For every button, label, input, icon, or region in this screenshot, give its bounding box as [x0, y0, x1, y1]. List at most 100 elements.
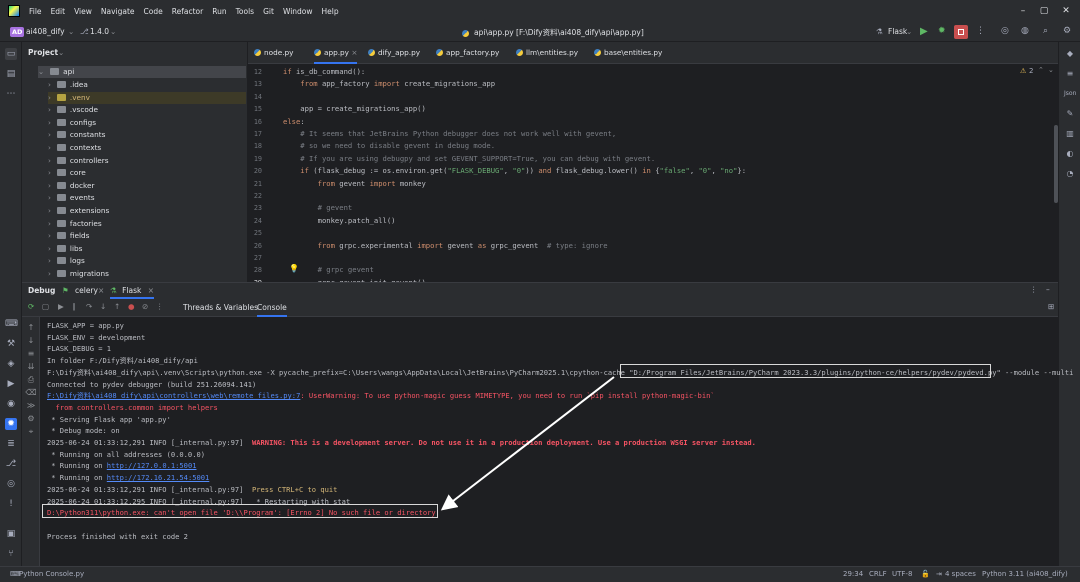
menu-run[interactable]: Run	[212, 7, 226, 16]
tree-item[interactable]: › extensions	[48, 205, 109, 217]
debug-icon[interactable]: ✹	[938, 26, 946, 36]
tree-item[interactable]: › factories	[48, 218, 102, 230]
code-token: is_db_command():	[295, 67, 366, 76]
python-interpreter[interactable]: Python 3.11 (ai408_dify)	[982, 570, 1068, 578]
tree-item[interactable]: › libs	[48, 243, 82, 255]
line-separator[interactable]: CRLF	[869, 570, 887, 578]
code-token: "0"	[698, 166, 712, 176]
minimize-icon[interactable]: –	[1017, 5, 1029, 17]
file-encoding[interactable]: UTF-8	[892, 570, 912, 578]
ai-assistant-icon[interactable]: ◎	[1001, 26, 1009, 36]
chevron-down-icon: ⌄	[38, 67, 45, 76]
tree-item[interactable]: › controllers	[48, 155, 109, 167]
branch-selector[interactable]: 1.4.0	[90, 27, 109, 36]
lightbulb-icon[interactable]: 💡	[289, 264, 299, 273]
editor-tab[interactable]: dify_app.py	[368, 42, 420, 64]
tree-item[interactable]: › core	[48, 167, 86, 179]
todo-icon[interactable]: ≣	[5, 438, 17, 450]
menu-navigate[interactable]: Navigate	[101, 7, 135, 16]
tree-item[interactable]: › docker	[48, 180, 95, 192]
chevron-up-icon[interactable]: ⌃	[1038, 66, 1044, 74]
run-config-selector[interactable]: Flask	[888, 27, 907, 36]
code-line: # gevent	[283, 203, 353, 212]
close-icon[interactable]: ×	[349, 48, 357, 57]
menu-help[interactable]: Help	[322, 7, 339, 16]
tree-item-api[interactable]: ⌄ api	[38, 66, 246, 78]
tree-item[interactable]: › .idea	[48, 79, 88, 91]
run-icon[interactable]: ▶	[920, 26, 928, 37]
terminal-icon[interactable]: ▣	[5, 528, 17, 540]
notifications-icon[interactable]: !	[5, 498, 17, 510]
menu-file[interactable]: File	[29, 7, 42, 16]
editor-tab[interactable]: app_factory.py	[436, 42, 499, 64]
menu-refactor[interactable]: Refactor	[172, 7, 203, 16]
git-icon[interactable]: ⎇	[5, 458, 17, 470]
structure-icon[interactable]: ▤	[5, 68, 17, 80]
chevron-right-icon: ›	[48, 143, 51, 152]
menu-git[interactable]: Git	[263, 7, 274, 16]
close-window-icon[interactable]: ✕	[1060, 5, 1072, 17]
services-icon[interactable]: ⚒	[5, 338, 17, 350]
folder-icon[interactable]: ▭	[5, 48, 17, 60]
menu-tools[interactable]: Tools	[236, 7, 254, 16]
chevron-down-icon[interactable]: ⌄	[1048, 66, 1054, 74]
editor-tab-label: dify_app.py	[378, 48, 421, 57]
more-icon[interactable]: ⋮	[976, 26, 985, 36]
editor-tab[interactable]: base\entities.py	[594, 42, 662, 64]
chevron-right-icon: ›	[48, 117, 51, 127]
tree-item[interactable]: › constants	[48, 129, 105, 141]
code-token: as	[477, 240, 491, 250]
caret-position[interactable]: 29:34	[843, 570, 863, 578]
sciview-icon[interactable]: ▥	[1064, 128, 1076, 140]
database-icon[interactable]: ≡	[1064, 68, 1076, 80]
python-packages-icon[interactable]: ◈	[5, 358, 17, 370]
menu-edit[interactable]: Edit	[51, 7, 66, 16]
editor-tab[interactable]: llm\entities.py	[516, 42, 578, 64]
editor-tab[interactable]: app.py ×	[314, 42, 358, 64]
notifications-bell-icon[interactable]: ◐	[1064, 148, 1076, 160]
json-icon[interactable]: Json	[1064, 88, 1076, 100]
code-token: "FLASK_DEBUG"	[447, 166, 504, 176]
problems-icon[interactable]: ◉	[5, 398, 17, 410]
debug-panel: Debug ⚑ celery × ⚗ Flask × ⋮ – ⟳ ▢ ▶ ∥ ↷…	[22, 282, 1073, 567]
menu-view[interactable]: View	[74, 7, 92, 16]
menu-window[interactable]: Window	[283, 7, 313, 16]
python-file-icon	[516, 49, 523, 56]
endpoints-icon[interactable]: ◎	[5, 478, 17, 490]
python-file-icon	[436, 49, 443, 56]
more-tools-icon[interactable]: ⋯	[5, 88, 17, 100]
tree-item[interactable]: › migrations	[48, 268, 109, 280]
debug-tool-icon[interactable]: ✹	[5, 418, 17, 430]
stop-button[interactable]	[954, 25, 968, 39]
tree-item[interactable]: › events	[48, 192, 95, 204]
chevron-down-icon: ⌄	[906, 27, 913, 36]
tree-item[interactable]: › .venv	[48, 91, 246, 104]
vcs-icon[interactable]: ⑂	[5, 548, 17, 560]
ai-chat-icon[interactable]: ◆	[1064, 48, 1076, 60]
status-left-text[interactable]: Python Console.py	[19, 570, 84, 578]
editor-scrollbar[interactable]	[1054, 125, 1058, 203]
tree-item[interactable]: › contexts	[48, 142, 101, 154]
tree-item[interactable]: › fields	[48, 230, 89, 242]
maximize-icon[interactable]: ▢	[1038, 5, 1050, 17]
plugin-icon[interactable]: ✎	[1064, 108, 1076, 120]
project-selector[interactable]: ai408_dify	[26, 27, 65, 36]
run-tool-icon[interactable]: ▶	[5, 378, 17, 390]
settings-icon[interactable]: ⚙	[1063, 26, 1071, 36]
warning-icon[interactable]: ⚠	[1020, 67, 1026, 75]
lock-icon[interactable]: 🔓	[921, 570, 930, 578]
copilot-icon[interactable]: ◔	[1064, 168, 1076, 180]
editor-tab[interactable]: node.py	[254, 42, 293, 64]
indent-setting[interactable]: 4 spaces	[945, 570, 976, 578]
tree-item[interactable]: › logs	[48, 255, 85, 267]
menu-code[interactable]: Code	[144, 7, 163, 16]
search-icon[interactable]: ⌕	[1043, 26, 1048, 36]
tree-item[interactable]: › .vscode	[48, 104, 98, 116]
file-title: api\app.py [F:\Dify资料\ai408_dify\api\app…	[474, 28, 644, 37]
chevron-right-icon: ›	[48, 105, 51, 115]
flask-icon: ⚗	[876, 27, 883, 36]
tree-item[interactable]: › configs	[48, 117, 96, 129]
profile-icon[interactable]: ◍	[1021, 26, 1029, 36]
python-console-icon[interactable]: ⌨	[5, 318, 18, 330]
code-token: from	[283, 79, 322, 89]
